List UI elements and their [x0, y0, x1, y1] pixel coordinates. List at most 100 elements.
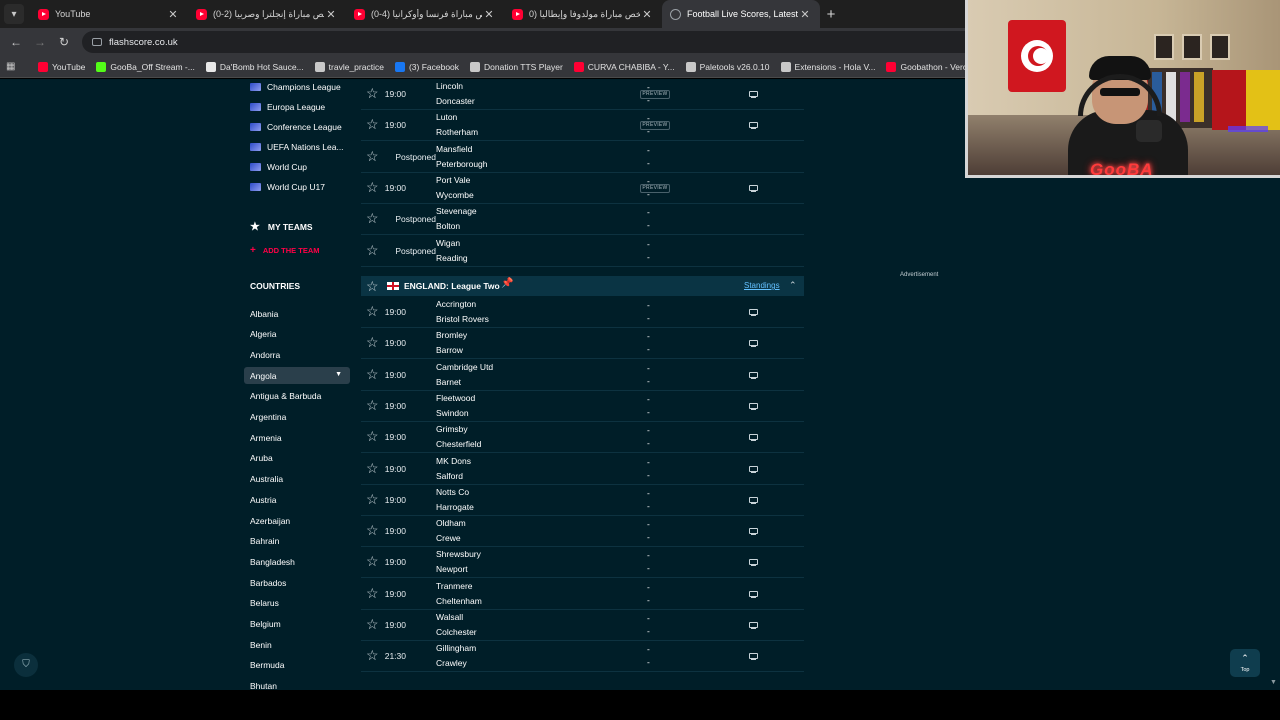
sidebar-league-item[interactable]: World Cup U17: [250, 182, 325, 192]
pin-league-star-icon[interactable]: ☆: [366, 279, 379, 293]
apps-grid-icon[interactable]: ▦: [6, 61, 24, 72]
match-row[interactable]: ☆ Postponed Wigan Reading - -: [361, 236, 804, 267]
sidebar-league-item[interactable]: UEFA Nations Lea...: [250, 142, 344, 152]
country-item[interactable]: Benin: [244, 636, 350, 653]
match-row[interactable]: ☆ 19:00 Bromley Barrow - -: [361, 328, 804, 360]
chevron-up-icon[interactable]: ⌃: [789, 280, 797, 291]
tv-icon[interactable]: [749, 402, 758, 410]
back-to-top-button[interactable]: ⌃ Top: [1230, 649, 1260, 677]
bookmark-item[interactable]: YouTube: [38, 61, 85, 72]
tv-icon[interactable]: [749, 184, 758, 192]
close-tab-icon[interactable]: ✕: [166, 8, 180, 21]
match-row[interactable]: ☆ 19:00 Oldham Crewe - -: [361, 516, 804, 548]
match-row[interactable]: ☆ Postponed Mansfield Peterborough - -: [361, 142, 804, 173]
country-item[interactable]: Bangladesh: [244, 553, 350, 570]
site-info-icon[interactable]: [92, 38, 102, 46]
tv-icon[interactable]: [749, 653, 758, 661]
country-item[interactable]: Argentina: [244, 409, 350, 426]
tv-icon[interactable]: [749, 91, 758, 98]
pin-icon[interactable]: 📌: [501, 278, 513, 289]
country-item[interactable]: Australia: [244, 471, 350, 488]
bookmark-item[interactable]: CURVA CHABIBA - Y...: [573, 61, 675, 72]
browser-tab[interactable]: YouTube ✕: [30, 0, 188, 28]
browser-tab[interactable]: ملخص مباراة مولدوفا وإيطاليا (0-✕: [504, 0, 662, 28]
close-tab-icon[interactable]: ✕: [798, 8, 812, 21]
tv-icon[interactable]: [749, 559, 758, 567]
new-tab-button[interactable]: +: [820, 6, 842, 23]
country-item[interactable]: Belarus: [244, 595, 350, 612]
browser-tab[interactable]: Football Live Scores, Latest Foo✕: [662, 0, 820, 28]
sidebar-league-item[interactable]: Conference League: [250, 122, 342, 132]
country-item[interactable]: Armenia: [244, 429, 350, 446]
country-item[interactable]: Bhutan: [244, 678, 350, 690]
tab-search-icon[interactable]: ▾: [4, 4, 24, 24]
tv-icon[interactable]: [749, 590, 758, 598]
reload-icon[interactable]: ↻: [52, 35, 76, 49]
match-row[interactable]: ☆ 19:00 Shrewsbury Newport - -: [361, 547, 804, 579]
bookmark-item[interactable]: travle_practice: [314, 61, 384, 72]
tv-icon[interactable]: [749, 622, 758, 629]
bookmark-item[interactable]: GooBa_Off Stream -...: [96, 61, 195, 72]
match-row[interactable]: ☆ 19:00 MK Dons Salford - -: [361, 454, 804, 485]
bookmark-item[interactable]: Da'Bomb Hot Sauce...: [205, 61, 304, 72]
tv-icon[interactable]: [749, 340, 758, 348]
match-row[interactable]: ☆ 19:00 Walsall Colchester - -: [361, 610, 804, 641]
close-tab-icon[interactable]: ✕: [324, 8, 338, 21]
forward-icon[interactable]: →: [28, 35, 52, 49]
tv-icon[interactable]: [749, 465, 758, 473]
bookmark-item[interactable]: Paletools v26.0.10: [685, 61, 770, 72]
tv-icon[interactable]: [749, 496, 758, 504]
match-row[interactable]: ☆ 19:00 Lincoln Doncaster - - PREVIEW: [361, 79, 804, 110]
country-item[interactable]: Bahrain: [244, 533, 350, 550]
tv-icon[interactable]: [749, 122, 758, 130]
privacy-shield-icon[interactable]: ⛉: [14, 653, 38, 677]
tv-icon[interactable]: [749, 434, 758, 442]
bookmark-item[interactable]: Extensions - Hola V...: [780, 61, 875, 72]
browser-tab[interactable]: ملخص مباراة إنجلترا وصربيا (2-0)✕: [188, 0, 346, 28]
preview-badge[interactable]: PREVIEW: [640, 183, 670, 193]
tv-icon[interactable]: [749, 528, 758, 536]
country-label: Aruba: [250, 453, 273, 464]
country-item[interactable]: Belgium: [244, 616, 350, 633]
sidebar-league-item[interactable]: Champions League: [250, 82, 341, 92]
match-row[interactable]: ☆ 19:00 Fleetwood Swindon - -: [361, 391, 804, 422]
match-row[interactable]: ☆ 19:00 Grimsby Chesterfield - -: [361, 422, 804, 454]
tv-icon[interactable]: [749, 371, 758, 379]
sidebar-league-item[interactable]: World Cup: [250, 162, 307, 172]
country-item[interactable]: Algeria: [244, 326, 350, 343]
match-row[interactable]: ☆ Postponed Stevenage Bolton - -: [361, 204, 804, 236]
preview-badge[interactable]: PREVIEW: [640, 121, 670, 131]
country-item[interactable]: Aruba: [244, 450, 350, 467]
bookmark-item[interactable]: Donation TTS Player: [470, 61, 563, 72]
add-team-link[interactable]: + ADD THE TEAM: [250, 245, 320, 256]
country-item[interactable]: Bermuda: [244, 657, 350, 674]
country-item[interactable]: Angola ▼: [244, 367, 350, 385]
match-row[interactable]: ☆ 19:00 Tranmere Cheltenham - -: [361, 579, 804, 610]
country-item[interactable]: Austria: [244, 491, 350, 508]
sidebar-league-item[interactable]: Europa League: [250, 102, 325, 112]
away-team: Wycombe: [436, 189, 474, 200]
bookmark-item[interactable]: (3) Facebook: [394, 61, 459, 72]
back-icon[interactable]: ←: [4, 35, 28, 49]
match-row[interactable]: ☆ 19:00 Luton Rotherham - - PREVIEW: [361, 110, 804, 142]
tv-icon[interactable]: [749, 309, 758, 316]
country-item[interactable]: Andorra: [244, 346, 350, 363]
dropdown-arrow-icon[interactable]: ▼: [335, 371, 342, 378]
match-row[interactable]: ☆ 21:30 Gillingham Crawley - -: [361, 641, 804, 673]
league-header[interactable]: ☆ ENGLAND: League Two 📌 Standings ⌃: [361, 276, 804, 296]
match-row[interactable]: ☆ 19:00 Cambridge Utd Barnet - -: [361, 360, 804, 391]
match-row[interactable]: ☆ 19:00 Accrington Bristol Rovers - -: [361, 297, 804, 328]
address-bar[interactable]: flashscore.co.uk: [82, 31, 1082, 53]
browser-tab[interactable]: ملخص مباراة فرنسا وأوكرانيا (4-0)✕: [346, 0, 504, 28]
scroll-down-icon[interactable]: ▼: [1270, 679, 1277, 686]
close-tab-icon[interactable]: ✕: [640, 8, 654, 21]
country-item[interactable]: Albania: [244, 305, 350, 322]
country-item[interactable]: Antigua & Barbuda: [244, 388, 350, 405]
standings-link[interactable]: Standings: [744, 281, 780, 290]
match-row[interactable]: ☆ 19:00 Notts Co Harrogate - -: [361, 485, 804, 516]
country-item[interactable]: Barbados: [244, 574, 350, 591]
preview-badge[interactable]: PREVIEW: [640, 90, 670, 99]
close-tab-icon[interactable]: ✕: [482, 8, 496, 21]
match-row[interactable]: ☆ 19:00 Port Vale Wycombe - - PREVIEW: [361, 173, 804, 204]
country-item[interactable]: Azerbaijan: [244, 512, 350, 529]
